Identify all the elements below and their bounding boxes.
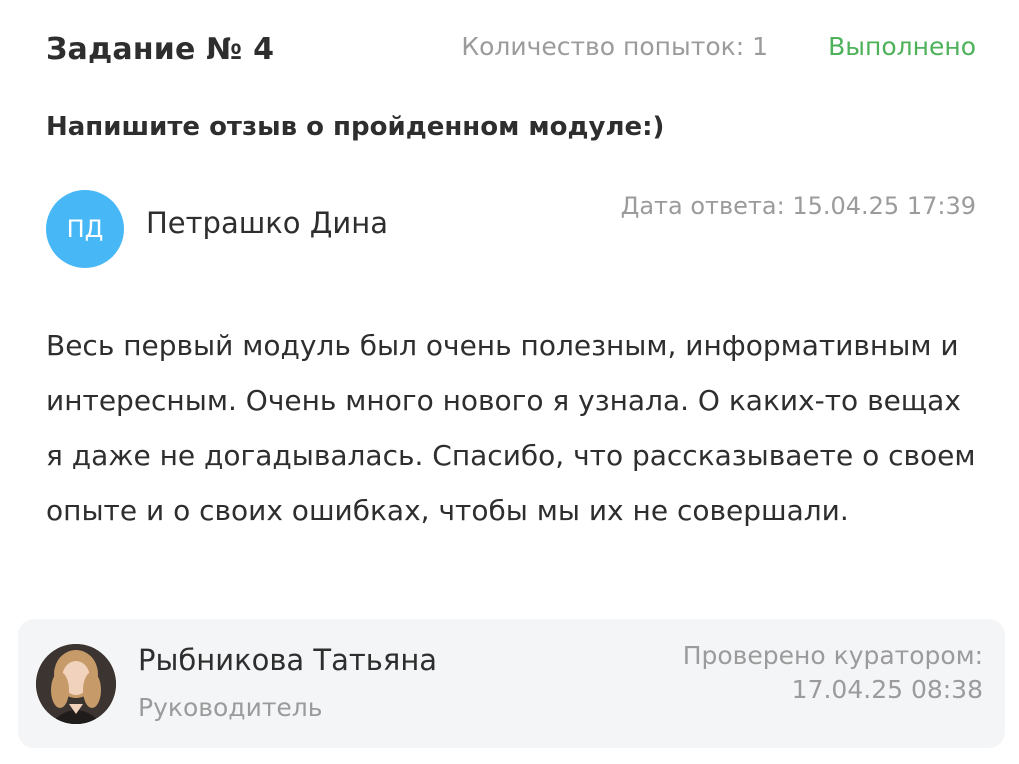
curator-role: Руководитель bbox=[138, 693, 323, 722]
status-badge: Выполнено bbox=[828, 32, 976, 61]
curator-avatar[interactable] bbox=[36, 644, 116, 724]
curator-card: Рыбникова Татьяна Руководитель Проверено… bbox=[18, 619, 1005, 748]
curator-name[interactable]: Рыбникова Татьяна bbox=[138, 643, 437, 677]
checked-label: Проверено куратором: bbox=[682, 641, 983, 670]
author-name[interactable]: Петрашко Дина bbox=[146, 206, 388, 240]
attempts-count: Количество попыток: 1 bbox=[461, 32, 768, 61]
task-header: Задание № 4 Количество попыток: 1 Выполн… bbox=[46, 28, 976, 72]
curator-photo-icon bbox=[36, 644, 116, 724]
avatar[interactable]: ПД bbox=[46, 190, 124, 268]
answer-text: Весь первый модуль был очень полезным, и… bbox=[46, 329, 976, 527]
checked-date: 17.04.25 08:38 bbox=[791, 675, 983, 704]
answer-author: ПД Петрашко Дина Дата ответа: 15.04.25 1… bbox=[46, 188, 976, 270]
answer-date: Дата ответа: 15.04.25 17:39 bbox=[620, 192, 976, 220]
avatar-initials: ПД bbox=[66, 215, 104, 243]
task-question: Напишите отзыв о пройденном модуле:) bbox=[46, 112, 665, 142]
task-title: Задание № 4 bbox=[46, 32, 275, 67]
